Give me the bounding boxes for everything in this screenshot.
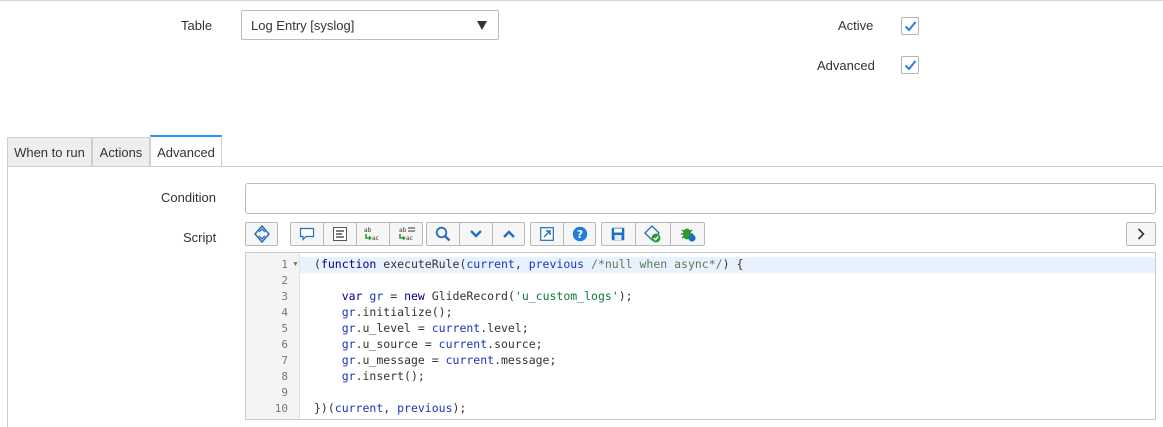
active-label: Active — [838, 18, 874, 33]
fold-up-button[interactable] — [492, 222, 525, 246]
advanced-label: Advanced — [817, 58, 875, 73]
checkmark-icon — [904, 60, 917, 71]
fold-down-button[interactable] — [459, 222, 492, 246]
fullscreen-icon — [539, 227, 554, 241]
checkmark-icon — [904, 21, 917, 32]
fullscreen-button[interactable] — [530, 222, 563, 246]
line-number: 5 — [281, 322, 288, 335]
toggle-syntax-icon — [253, 225, 270, 243]
code-line[interactable]: (function executeRule(current, previous … — [314, 257, 743, 271]
replace-all-button[interactable]: ab ac — [389, 222, 423, 246]
replace-icon: ab ac — [364, 227, 379, 242]
caret-down-icon — [477, 21, 487, 30]
replace-button[interactable]: ab ac — [356, 222, 389, 246]
table-select[interactable]: Log Entry [syslog] — [241, 10, 499, 40]
script-label: Script — [183, 230, 217, 245]
replace-all-icon: ab ac — [399, 227, 415, 242]
code-line[interactable]: gr.u_source = current.source; — [314, 337, 543, 351]
toggle-syntax-button[interactable] — [245, 222, 278, 246]
comment-icon — [299, 227, 314, 241]
line-number: 8 — [281, 370, 288, 383]
save-button[interactable] — [601, 222, 635, 246]
tab-actions[interactable]: Actions — [92, 137, 150, 167]
chevron-down-icon — [470, 230, 482, 238]
search-button[interactable] — [426, 222, 459, 246]
line-number: 2 — [281, 274, 288, 287]
chevron-right-icon — [1137, 228, 1145, 240]
chevron-up-icon — [503, 230, 515, 238]
advanced-checkbox[interactable] — [901, 56, 919, 74]
condition-input[interactable] — [245, 183, 1156, 214]
top-divider — [0, 0, 1163, 1]
line-number: 9 — [281, 386, 288, 399]
line-number: 10 — [274, 402, 288, 415]
active-checkbox[interactable] — [901, 17, 919, 35]
svg-text:?: ? — [577, 228, 583, 241]
code-line[interactable]: })(current, previous); — [314, 401, 466, 415]
line-number: 7 — [281, 354, 288, 367]
svg-text:ac: ac — [406, 235, 413, 242]
svg-text:ac: ac — [372, 235, 379, 242]
help-button[interactable]: ? — [563, 222, 596, 246]
line-number: 4 — [281, 306, 288, 319]
line-number: 1 — [281, 258, 288, 271]
line-number: 3 — [281, 290, 288, 303]
tab-panel-border — [7, 166, 8, 427]
svg-text:ab: ab — [364, 227, 372, 234]
help-icon: ? — [572, 226, 588, 242]
comment-button[interactable] — [290, 222, 323, 246]
debug-button[interactable] — [670, 222, 705, 246]
search-icon — [435, 226, 450, 242]
fold-arrow-icon[interactable]: ▼ — [292, 261, 299, 268]
format-code-button[interactable] — [323, 222, 356, 246]
table-label: Table — [181, 18, 213, 33]
svg-text:ab: ab — [399, 227, 407, 234]
tab-divider — [7, 166, 1163, 167]
syntax-check-button[interactable] — [635, 222, 670, 246]
save-icon — [611, 227, 625, 241]
tab-when-to-run[interactable]: When to run — [7, 137, 92, 167]
code-line[interactable]: gr.u_level = current.level; — [314, 321, 529, 335]
code-line[interactable]: gr.insert(); — [314, 369, 425, 383]
code-line[interactable]: gr.u_message = current.message; — [314, 353, 557, 367]
expand-toolbar-button[interactable] — [1126, 222, 1156, 246]
debug-icon — [681, 228, 696, 242]
code-line[interactable]: gr.initialize(); — [314, 305, 453, 319]
line-number: 6 — [281, 338, 288, 351]
table-select-value: Log Entry [syslog] — [251, 18, 355, 33]
code-line[interactable]: var gr = new GlideRecord('u_custom_logs'… — [314, 289, 633, 303]
script-editor[interactable]: 1 ▼ 2 3 4 5 6 7 8 9 10 (function execute… — [245, 252, 1156, 420]
line-number-gutter: 1 ▼ 2 3 4 5 6 7 8 9 10 — [246, 253, 300, 419]
format-code-icon — [333, 227, 347, 241]
syntax-check-icon — [644, 225, 661, 243]
condition-label: Condition — [161, 190, 216, 205]
tab-advanced[interactable]: Advanced — [150, 135, 222, 167]
